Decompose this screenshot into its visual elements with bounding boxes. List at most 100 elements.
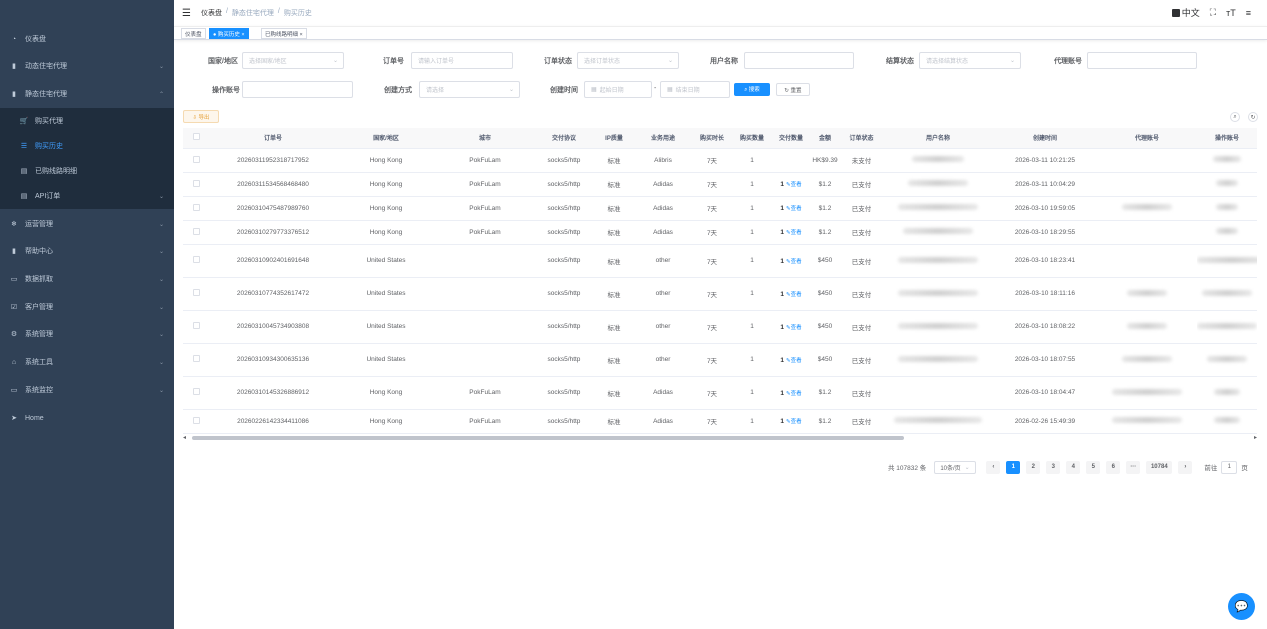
sidebar-item[interactable]: ▮ 动态住宅代理 ⌄ bbox=[0, 53, 174, 79]
filter-input[interactable]: 请输入订单号 bbox=[411, 52, 513, 69]
row-checkbox[interactable] bbox=[193, 388, 200, 395]
table-row[interactable]: 20260310774352617472 United States socks5/… bbox=[183, 277, 1257, 311]
table-row[interactable]: 20260310902401691648 United States socks5/… bbox=[183, 244, 1257, 278]
table-row[interactable]: 20260310279773376512 Hong Kong PokFuLam soc… bbox=[183, 220, 1257, 245]
row-checkbox[interactable] bbox=[193, 416, 200, 424]
sidebar-item[interactable]: ▤ 已购线路明细 bbox=[0, 158, 174, 184]
redacted-text bbox=[1197, 256, 1257, 263]
sidebar-item[interactable]: ◔ 仪表盘 bbox=[0, 26, 174, 52]
row-checkbox[interactable] bbox=[193, 179, 200, 187]
sidebar-item[interactable]: ☑ 客户管理 ⌄ bbox=[0, 294, 174, 320]
row-checkbox[interactable] bbox=[193, 155, 200, 163]
tag-purchased-lines[interactable]: 已购线路明细 × bbox=[261, 28, 307, 39]
cell-order: 20260310934300635136 bbox=[210, 343, 336, 377]
hamburger-icon[interactable]: ☰ bbox=[182, 8, 191, 19]
sidebar-item[interactable]: ▤ API订单 ⌄ bbox=[0, 183, 174, 209]
cell-status: 已支付 bbox=[840, 244, 883, 278]
scroll-right-icon[interactable]: ▸ bbox=[1254, 434, 1257, 441]
font-size-icon[interactable]: тT bbox=[1226, 8, 1236, 18]
page-button[interactable]: 6 bbox=[1106, 460, 1121, 474]
prev-page-button[interactable]: ‹ bbox=[986, 460, 1001, 474]
sidebar-item[interactable]: ▭ 系统监控 ⌄ bbox=[0, 377, 174, 403]
page-button[interactable]: 1 bbox=[1006, 460, 1021, 474]
view-link[interactable]: ✎查看 bbox=[786, 182, 802, 188]
sidebar-item[interactable]: ⌂ 系统工具 ⌄ bbox=[0, 349, 174, 375]
table-row[interactable]: 20260310045734903808 United States socks5/… bbox=[183, 310, 1257, 344]
table-header: 订单号 国家/地区 城市 交付协议 IP质量 业务用途 购买时长 购买数量 交付数量 金额 订单状态… bbox=[183, 128, 1257, 149]
filter-select[interactable]: 选择订单状态 ⌄ bbox=[577, 52, 679, 69]
cell-status: 已支付 bbox=[840, 343, 883, 377]
menu-icon[interactable]: ≡ bbox=[1246, 8, 1251, 18]
cell-qty: 1 bbox=[732, 148, 772, 173]
scroll-left-icon[interactable]: ◂ bbox=[183, 434, 186, 441]
operator-input[interactable] bbox=[242, 81, 353, 98]
row-checkbox[interactable] bbox=[193, 256, 200, 263]
tag-purchase-history[interactable]: ● 购买历史 × bbox=[209, 28, 249, 39]
table-row[interactable]: 20260226142334411086 Hong Kong PokFuLam soc… bbox=[183, 409, 1257, 434]
sidebar-item[interactable]: ❄ 运营管理 ⌄ bbox=[0, 211, 174, 237]
page-size-select[interactable]: 10条/页 ⌄ bbox=[934, 460, 977, 474]
row-checkbox[interactable] bbox=[193, 203, 200, 211]
chevron-icon: ⌄ bbox=[158, 221, 164, 228]
redacted-text bbox=[1216, 228, 1238, 234]
view-link[interactable]: ✎查看 bbox=[786, 206, 802, 212]
row-checkbox[interactable] bbox=[193, 227, 200, 235]
breadcrumb: 仪表盘 / 静态住宅代理 / 购买历史 bbox=[201, 8, 312, 18]
page-button[interactable]: 10784 bbox=[1146, 460, 1173, 474]
tag-dashboard[interactable]: 仪表盘 bbox=[181, 28, 206, 39]
table-row[interactable]: 20260310475487989760 Hong Kong PokFuLam soc… bbox=[183, 196, 1257, 221]
export-button[interactable]: ⇩ 导出 bbox=[183, 110, 219, 123]
search-toggle-icon[interactable]: ⌕ bbox=[1230, 112, 1240, 122]
filter-input[interactable] bbox=[744, 52, 854, 69]
row-checkbox[interactable] bbox=[193, 289, 200, 296]
view-link[interactable]: ✎查看 bbox=[786, 419, 802, 425]
page-button[interactable]: 4 bbox=[1066, 460, 1081, 474]
table-row[interactable]: 20260310934300635136 United States socks5/… bbox=[183, 343, 1257, 377]
table-row[interactable]: 20260311534568468480 Hong Kong PokFuLam soc… bbox=[183, 172, 1257, 197]
sidebar-item[interactable]: ▭ 数据抓取 ⌄ bbox=[0, 266, 174, 292]
view-link[interactable]: ✎查看 bbox=[786, 325, 802, 331]
page-button[interactable]: 3 bbox=[1046, 460, 1061, 474]
sidebar-item[interactable]: ▮ 静态住宅代理 ⌃ bbox=[0, 81, 174, 107]
scrollbar-thumb[interactable] bbox=[192, 436, 904, 440]
end-date-input[interactable]: ▦ 结束日期 bbox=[660, 81, 730, 98]
row-checkbox[interactable] bbox=[193, 322, 200, 329]
search-button[interactable]: ⌕ 搜索 bbox=[734, 83, 770, 96]
page-button[interactable]: ··· bbox=[1126, 460, 1141, 474]
next-page-button[interactable]: › bbox=[1178, 460, 1193, 474]
goto-page-input[interactable]: 1 bbox=[1221, 460, 1238, 474]
fullscreen-icon[interactable]: ⛶ bbox=[1210, 7, 1216, 18]
refresh-icon[interactable]: ↻ bbox=[1248, 112, 1258, 122]
select-all-checkbox[interactable] bbox=[193, 133, 200, 141]
breadcrumb-item[interactable]: 仪表盘 bbox=[201, 8, 222, 18]
filter-select[interactable]: 选择国家/地区 ⌄ bbox=[242, 52, 344, 69]
sidebar-item[interactable]: ▮ 帮助中心 ⌄ bbox=[0, 238, 174, 264]
view-link-label: 查看 bbox=[790, 230, 802, 236]
page-button[interactable]: 5 bbox=[1086, 460, 1101, 474]
view-link[interactable]: ✎查看 bbox=[786, 358, 802, 364]
start-date-input[interactable]: ▦ 起始日期 bbox=[584, 81, 652, 98]
view-link[interactable]: ✎查看 bbox=[786, 391, 802, 397]
view-link[interactable]: ✎查看 bbox=[786, 259, 802, 265]
view-link[interactable]: ✎查看 bbox=[786, 292, 802, 298]
language-switch[interactable]: 中文 bbox=[1171, 6, 1200, 19]
sidebar-item[interactable]: ⚙ 系统管理 ⌄ bbox=[0, 321, 174, 347]
sidebar-item[interactable]: ☰ 购买历史 bbox=[0, 133, 174, 159]
table-row[interactable]: 20260311952318717952 Hong Kong PokFuLam soc… bbox=[183, 148, 1257, 173]
page-button[interactable]: 2 bbox=[1026, 460, 1041, 474]
cell-time: 2026-02-26 15:49:39 bbox=[993, 409, 1097, 434]
method-select[interactable]: 请选择 ⌄ bbox=[419, 81, 520, 98]
horizontal-scrollbar[interactable]: ◂ ▸ bbox=[183, 435, 1257, 441]
cell-dur: 7天 bbox=[692, 244, 732, 278]
row-checkbox[interactable] bbox=[193, 355, 200, 362]
cell-status: 已支付 bbox=[840, 172, 883, 197]
row-checkbox-cell bbox=[183, 196, 210, 221]
filter-select[interactable]: 请选择结算状态 ⌄ bbox=[919, 52, 1021, 69]
reset-button[interactable]: ↻ 重置 bbox=[776, 83, 810, 96]
view-link[interactable]: ✎查看 bbox=[786, 230, 802, 236]
sidebar-item[interactable]: ➤ Home bbox=[0, 405, 174, 431]
table-row[interactable]: 20260310145326886912 Hong Kong PokFuLam soc… bbox=[183, 376, 1257, 410]
filter-input[interactable] bbox=[1087, 52, 1197, 69]
sidebar-item[interactable]: 🛒 购买代理 bbox=[0, 108, 174, 134]
chat-button[interactable]: 💬 bbox=[1228, 593, 1255, 620]
